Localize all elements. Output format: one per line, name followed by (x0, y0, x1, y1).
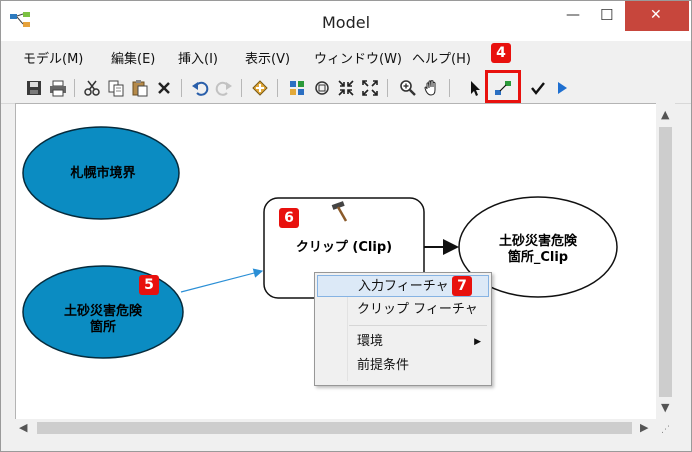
menu-model[interactable]: モデル(M) (23, 48, 83, 67)
input-hazard-label-line2: 箇所 (89, 320, 116, 335)
menu-view[interactable]: 表示(V) (245, 48, 290, 67)
step-badge-5: 5 (139, 275, 159, 295)
submenu-arrow-icon: ▶ (474, 337, 481, 347)
undo-icon[interactable] (191, 79, 209, 97)
scroll-right-icon[interactable]: ▶ (640, 421, 648, 434)
model-window: Model — ☐ ✕ モデル(M) 編集(E) 挿入(I) 表示(V) ウィン… (0, 0, 692, 452)
redo-icon[interactable] (215, 79, 233, 97)
step-badge-4: 4 (491, 43, 511, 63)
resize-grip-icon[interactable]: ⋰ (661, 425, 670, 435)
input-boundary-label: 札幌市境界 (70, 166, 136, 181)
toolbar-separator (74, 79, 75, 97)
context-menu-separator (349, 325, 487, 326)
save-icon[interactable] (25, 79, 43, 97)
full-extent-icon[interactable] (313, 79, 331, 97)
shrink-icon[interactable] (337, 79, 355, 97)
hazard-tool-connector[interactable] (180, 268, 264, 293)
menu-item-environments[interactable]: 環境 ▶ (317, 331, 489, 353)
scroll-left-icon[interactable]: ◀ (19, 421, 27, 434)
expand-icon[interactable] (361, 79, 379, 97)
step-badge-7: 7 (452, 276, 472, 296)
pan-icon[interactable] (423, 79, 441, 97)
toolbar-separator (181, 79, 182, 97)
menu-bar: モデル(M) 編集(E) 挿入(I) 表示(V) ウィンドウ(W) ヘルプ(H) (1, 43, 691, 69)
title-bar[interactable]: Model — ☐ ✕ (1, 1, 691, 41)
close-button[interactable]: ✕ (625, 1, 689, 31)
auto-layout-icon[interactable] (288, 79, 306, 97)
connect-tool-highlight (485, 70, 521, 103)
toolbar-separator (241, 79, 242, 97)
validate-icon[interactable] (529, 79, 547, 97)
vertical-scroll-thumb[interactable] (659, 127, 672, 397)
output-label-line2: 箇所_Clip (507, 250, 569, 265)
maximize-button[interactable]: ☐ (591, 1, 623, 31)
toolbar (1, 71, 691, 104)
add-data-icon[interactable] (251, 79, 269, 97)
menu-item-preconditions[interactable]: 前提条件 (317, 355, 489, 377)
minimize-icon: — (566, 7, 580, 23)
menu-window[interactable]: ウィンドウ(W) (314, 48, 402, 67)
menu-help[interactable]: ヘルプ(H) (412, 48, 471, 67)
output-label-line1: 土砂災害危険 (498, 234, 577, 249)
copy-icon[interactable] (107, 79, 125, 97)
menu-item-input-features-label: 入力フィーチャ (358, 279, 449, 294)
menu-insert[interactable]: 挿入(I) (178, 48, 218, 67)
horizontal-scrollbar[interactable]: ◀ ▶ (15, 419, 656, 437)
vertical-scrollbar[interactable]: ▲ ▼ (656, 103, 675, 419)
menu-item-environments-label: 環境 (357, 334, 384, 349)
close-icon: ✕ (650, 7, 662, 23)
menu-item-clip-features[interactable]: クリップ フィーチャ (317, 299, 489, 321)
toolbar-separator (387, 79, 388, 97)
horizontal-scroll-thumb[interactable] (37, 422, 632, 434)
minimize-button[interactable]: — (556, 1, 588, 31)
delete-icon[interactable] (155, 79, 173, 97)
maximize-icon: ☐ (600, 6, 614, 24)
menu-item-preconditions-label: 前提条件 (357, 358, 410, 373)
toolbar-separator (277, 79, 278, 97)
zoom-in-icon[interactable] (399, 79, 417, 97)
select-icon[interactable] (467, 79, 485, 97)
input-hazard-label-line1: 土砂災害危険 (63, 304, 142, 319)
toolbar-separator (449, 79, 450, 97)
clip-tool-label: クリップ (Clip) (295, 240, 393, 255)
step-badge-6: 6 (279, 208, 299, 228)
run-icon[interactable] (553, 79, 571, 97)
paste-icon[interactable] (131, 79, 149, 97)
cut-icon[interactable] (83, 79, 101, 97)
scroll-down-icon[interactable]: ▼ (661, 401, 669, 414)
scroll-up-icon[interactable]: ▲ (661, 108, 669, 121)
print-icon[interactable] (49, 79, 67, 97)
menu-edit[interactable]: 編集(E) (111, 48, 155, 67)
menu-item-clip-features-label: クリップ フィーチャ (357, 302, 478, 317)
